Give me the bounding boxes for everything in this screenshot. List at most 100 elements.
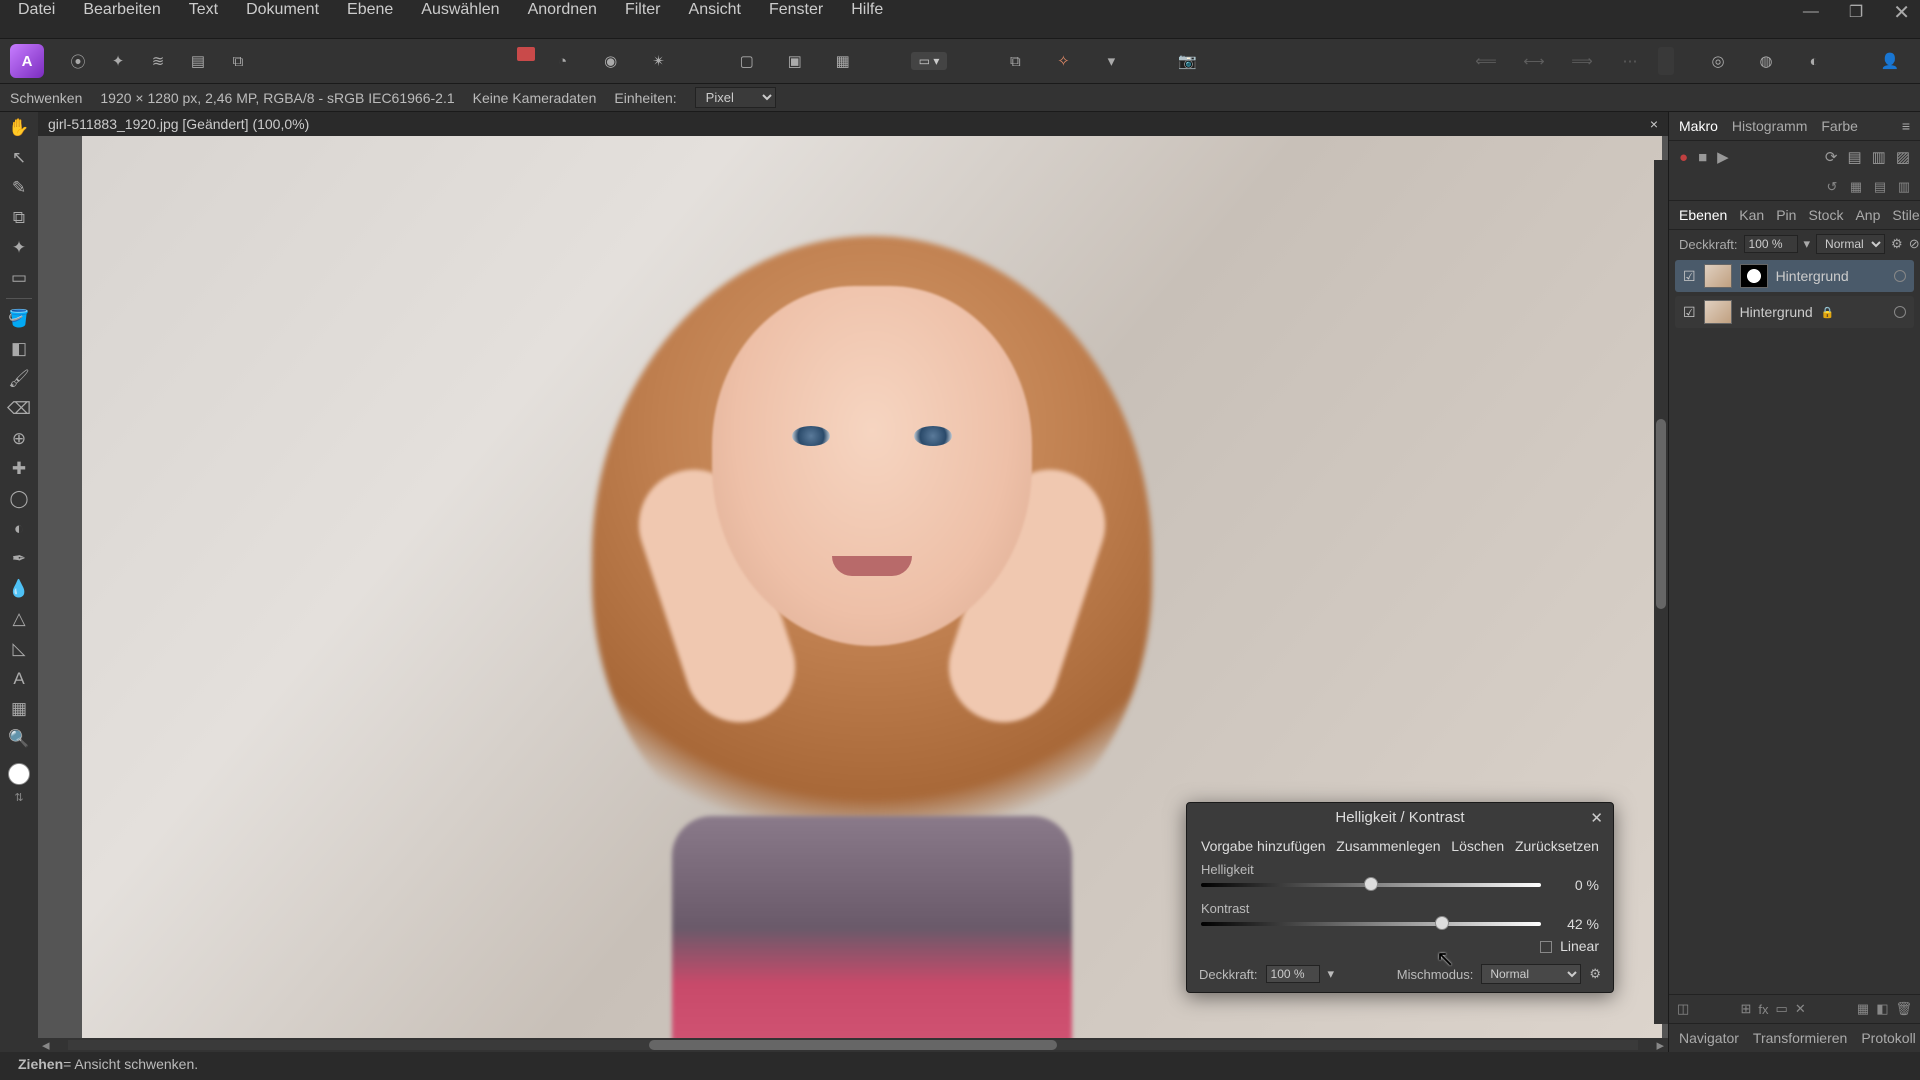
wand-tool-icon[interactable]: ✦ xyxy=(7,236,31,260)
account-icon[interactable]: 👤 xyxy=(1876,47,1904,75)
dialog-opacity-input[interactable] xyxy=(1266,965,1320,983)
tab-pin[interactable]: Pin xyxy=(1776,207,1796,223)
dialog-action-delete[interactable]: Löschen xyxy=(1451,838,1504,854)
vertical-scrollbar[interactable] xyxy=(1654,160,1668,1024)
layer-item-0[interactable]: ☑ Hintergrund xyxy=(1675,260,1914,292)
persona-liquify-button[interactable]: ✦ xyxy=(104,47,132,75)
dialog-opacity-dropdown-icon[interactable]: ▾ xyxy=(1328,966,1335,982)
lb-trash-icon[interactable]: 🗑 xyxy=(1896,1001,1913,1017)
persona-export-button[interactable]: ⧉ xyxy=(224,47,252,75)
heal-tool-icon[interactable]: ✚ xyxy=(7,457,31,481)
document-tab[interactable]: girl-511883_1920.jpg [Geändert] (100,0%)… xyxy=(38,112,1668,136)
layer-item-1[interactable]: ☑ Hintergrund 🔒 xyxy=(1675,296,1914,328)
macro-play-icon[interactable]: ▶ xyxy=(1717,148,1729,166)
layer-visibility-icon[interactable]: ☑ xyxy=(1683,268,1696,285)
flood-tool-icon[interactable]: 🪣 xyxy=(7,307,31,331)
lb-add-icon[interactable]: ◧ xyxy=(1876,1001,1888,1017)
horizontal-scrollbar[interactable]: ◂ ▸ xyxy=(38,1038,1668,1052)
tab-kan[interactable]: Kan xyxy=(1739,207,1764,223)
shape-tool-icon[interactable]: ◺ xyxy=(7,637,31,661)
sharpen-tool-icon[interactable]: △ xyxy=(7,607,31,631)
persona-develop-button[interactable]: ≋ xyxy=(144,47,172,75)
dialog-close-icon[interactable]: ✕ xyxy=(1590,809,1603,827)
adj-3-icon[interactable]: ▥ xyxy=(1896,179,1912,195)
menu-text[interactable]: Text xyxy=(189,1,218,19)
brightness-contrast-dialog[interactable]: Helligkeit / Kontrast ✕ Vorgabe hinzufüg… xyxy=(1186,802,1614,993)
erase-tool-icon[interactable]: ⌫ xyxy=(7,397,31,421)
menu-ansicht[interactable]: Ansicht xyxy=(689,1,741,19)
assistant-dropdown-icon[interactable]: ▾ xyxy=(1097,47,1125,75)
tab-makro[interactable]: Makro xyxy=(1679,118,1718,134)
gradient-tool-icon[interactable]: ◧ xyxy=(7,337,31,361)
pen-tool-icon[interactable]: ✒ xyxy=(7,547,31,571)
layers-gear-icon[interactable]: ⚙ xyxy=(1891,236,1903,252)
lb-fx-icon[interactable]: fx xyxy=(1758,1002,1768,1017)
clone-tool-icon[interactable]: ⊕ xyxy=(7,427,31,451)
brightness-value[interactable]: 0 % xyxy=(1553,877,1599,893)
lb-crop-icon[interactable]: ▭ xyxy=(1776,1001,1788,1017)
cloud2-icon[interactable]: ◐ xyxy=(1800,47,1828,75)
color-picker-tool-icon[interactable]: ✎ xyxy=(7,176,31,200)
assistant-icon[interactable]: ✧ xyxy=(1049,47,1077,75)
text-tool-icon[interactable]: A xyxy=(7,667,31,691)
horizontal-scrollbar-thumb[interactable] xyxy=(649,1040,1057,1050)
layers-opacity-input[interactable] xyxy=(1744,235,1798,253)
autocolor-icon[interactable]: ✴ xyxy=(645,47,673,75)
window-maximize-button[interactable]: ❐ xyxy=(1845,2,1867,22)
hand-tool-icon[interactable]: ✋ xyxy=(7,116,31,140)
foreground-color-swatch[interactable] xyxy=(8,763,30,785)
dialog-gear-icon[interactable]: ⚙ xyxy=(1589,966,1601,982)
lb-group-icon[interactable]: ▦ xyxy=(1857,1001,1869,1017)
swap-colors-icon[interactable]: ⇅ xyxy=(14,791,23,804)
tab-farbe[interactable]: Farbe xyxy=(1821,118,1858,134)
layer-visibility-icon[interactable]: ☑ xyxy=(1683,304,1696,321)
tab-protokoll[interactable]: Protokoll xyxy=(1861,1030,1915,1046)
camera-icon[interactable]: 📷 xyxy=(1173,47,1201,75)
macro-stop-icon[interactable]: ■ xyxy=(1698,149,1707,166)
contrast-slider-knob[interactable] xyxy=(1435,916,1449,930)
brightness-slider[interactable] xyxy=(1201,883,1541,887)
contrast-slider[interactable] xyxy=(1201,922,1541,926)
select-dashed-icon[interactable]: ▢ xyxy=(733,47,761,75)
brush-tool-icon[interactable]: 🖌 xyxy=(7,367,31,391)
adj-2-icon[interactable]: ▤ xyxy=(1872,179,1888,195)
window-close-button[interactable]: ✕ xyxy=(1889,0,1914,25)
crop-tool-icon[interactable]: ⧉ xyxy=(7,206,31,230)
dialog-action-reset[interactable]: Zurücksetzen xyxy=(1515,838,1599,854)
menu-auswaehlen[interactable]: Auswählen xyxy=(421,1,499,19)
dialog-titlebar[interactable]: Helligkeit / Kontrast ✕ xyxy=(1187,803,1613,832)
menu-datei[interactable]: Datei xyxy=(18,1,55,19)
tab-anp[interactable]: Anp xyxy=(1855,207,1880,223)
mesh-tool-icon[interactable]: ▦ xyxy=(7,697,31,721)
layers-blend-select[interactable]: Normal xyxy=(1816,234,1885,254)
tab-stile[interactable]: Stile xyxy=(1892,207,1919,223)
overlay-dropdown[interactable]: ▭ ▾ xyxy=(911,52,948,70)
contrast-value[interactable]: 42 % xyxy=(1553,916,1599,932)
adj-reset-icon[interactable]: ↺ xyxy=(1824,179,1840,195)
swatch-red-icon[interactable] xyxy=(517,47,535,61)
tab-transformieren[interactable]: Transformieren xyxy=(1753,1030,1847,1046)
lb-del-icon[interactable]: ✕ xyxy=(1795,1001,1806,1017)
persona-photo-button[interactable]: ⦿ xyxy=(64,47,92,75)
menu-filter[interactable]: Filter xyxy=(625,1,661,19)
burn-tool-icon[interactable]: ◐ xyxy=(7,517,31,541)
menu-dokument[interactable]: Dokument xyxy=(246,1,319,19)
tab-ebenen[interactable]: Ebenen xyxy=(1679,207,1727,223)
brightness-slider-knob[interactable] xyxy=(1364,877,1378,891)
macro-record-icon[interactable]: ● xyxy=(1679,149,1688,166)
dialog-blend-select[interactable]: Normal xyxy=(1481,964,1581,984)
cloud-icon[interactable]: ◍ xyxy=(1752,47,1780,75)
color-wheel-icon[interactable]: ◉ xyxy=(597,47,625,75)
dialog-action-merge[interactable]: Zusammenlegen xyxy=(1336,838,1440,854)
dialog-action-add-preset[interactable]: Vorgabe hinzufügen xyxy=(1201,838,1326,854)
tab-navigator[interactable]: Navigator xyxy=(1679,1030,1739,1046)
menu-hilfe[interactable]: Hilfe xyxy=(851,1,883,19)
layers-opacity-dropdown-icon[interactable]: ▾ xyxy=(1804,236,1811,252)
sync-icon[interactable]: ◎ xyxy=(1704,47,1732,75)
macro-opt3-icon[interactable]: ▥ xyxy=(1872,148,1886,166)
adj-1-icon[interactable]: ▦ xyxy=(1848,179,1864,195)
vertical-scrollbar-thumb[interactable] xyxy=(1656,419,1666,609)
layers-chain-icon[interactable]: ⊘ xyxy=(1909,236,1920,252)
menu-fenster[interactable]: Fenster xyxy=(769,1,823,19)
move-tool-icon[interactable]: ↖ xyxy=(7,146,31,170)
